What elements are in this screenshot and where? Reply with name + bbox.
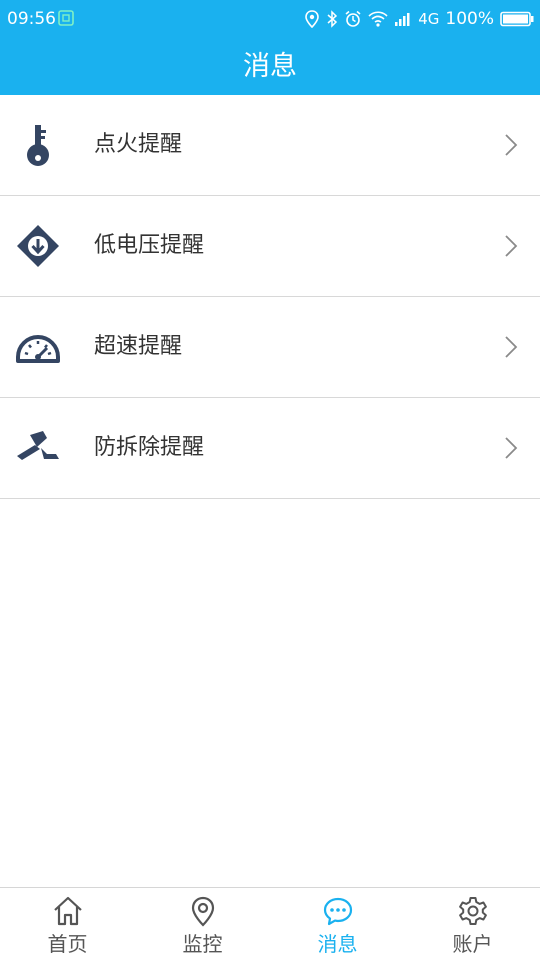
- home-icon: [53, 896, 82, 926]
- tab-messages[interactable]: 消息: [270, 888, 405, 960]
- speedometer-icon: [16, 335, 60, 363]
- location-icon: [305, 10, 320, 28]
- list-item-ignition-alert[interactable]: 点火提醒: [0, 95, 540, 196]
- list-item-low-voltage-alert[interactable]: 低电压提醒: [0, 196, 540, 297]
- chevron-right-icon: [505, 336, 518, 358]
- chevron-right-icon: [505, 437, 518, 459]
- location-pin-icon: [191, 896, 214, 927]
- hammer-icon: [17, 431, 59, 460]
- battery-percent: 100%: [445, 9, 494, 29]
- tab-label: 账户: [452, 932, 493, 956]
- signal-icon: [395, 13, 410, 26]
- gear-icon: [458, 897, 487, 925]
- list-item-overspeed-alert[interactable]: 超速提醒: [0, 297, 540, 398]
- tab-monitor[interactable]: 监控: [135, 888, 270, 960]
- down-arrow-diamond-icon: [17, 225, 59, 267]
- page-title: 消息: [243, 51, 297, 82]
- list-item-anti-removal-alert[interactable]: 防拆除提醒: [0, 398, 540, 499]
- chat-bubble-icon: [323, 897, 352, 926]
- tab-label: 消息: [317, 932, 358, 956]
- app-header: 09:56 4G 100% 消息: [0, 0, 540, 95]
- tab-label: 首页: [47, 932, 88, 956]
- bluetooth-icon: [327, 10, 338, 28]
- status-time: 09:56: [7, 9, 56, 29]
- bottom-tab-bar: 首页 监控 消息 账户: [0, 887, 540, 960]
- list-item-label: 点火提醒: [94, 132, 183, 157]
- key-icon: [27, 125, 49, 166]
- status-icons: 4G 100%: [304, 8, 534, 30]
- chevron-right-icon: [505, 235, 518, 257]
- screenshot-notification-icon: [58, 10, 74, 26]
- battery-icon: [500, 11, 534, 27]
- tab-home[interactable]: 首页: [0, 888, 135, 960]
- chevron-right-icon: [505, 134, 518, 156]
- alarm-icon: [345, 10, 361, 27]
- message-list: 点火提醒 低电压提醒 超速提醒 防拆除提醒: [0, 95, 540, 499]
- list-item-label: 防拆除提醒: [94, 435, 205, 460]
- wifi-icon: [368, 11, 388, 27]
- list-item-label: 低电压提醒: [94, 233, 205, 258]
- network-type: 4G: [418, 10, 440, 28]
- list-item-label: 超速提醒: [94, 334, 183, 359]
- tab-account[interactable]: 账户: [405, 888, 540, 960]
- tab-label: 监控: [182, 932, 223, 956]
- status-bar: 09:56 4G 100%: [0, 0, 540, 38]
